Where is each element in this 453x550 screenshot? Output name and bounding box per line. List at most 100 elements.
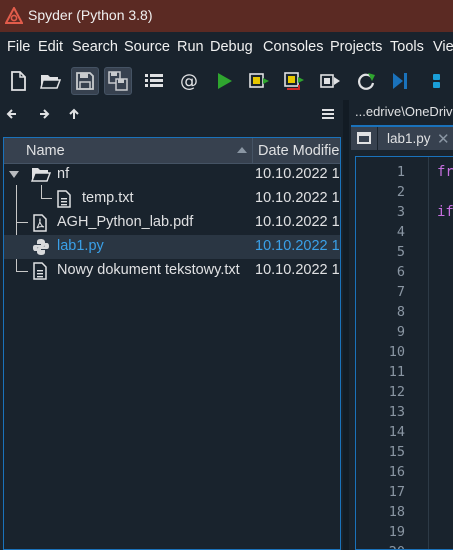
code-editor[interactable]: 1234567891011121314151617181920 fr if [355, 156, 453, 550]
line-number: 18 [388, 504, 405, 520]
line-number: 3 [396, 204, 405, 220]
column-date-modified[interactable]: Date Modifie [258, 143, 339, 159]
tab-divider [377, 127, 378, 150]
rerun-icon [358, 73, 375, 90]
save-all-icon [108, 71, 128, 91]
menu-consoles[interactable]: Consoles [263, 39, 323, 55]
menu-search[interactable]: Search [72, 39, 118, 55]
column-divider [252, 138, 253, 163]
run-cell-button[interactable] [245, 67, 273, 95]
file-row-nf[interactable]: nf 10.10.2022 14 [4, 163, 340, 187]
close-tab-icon[interactable]: ✕ [437, 130, 450, 148]
editor-file-path: ...edrive\OneDrive [349, 100, 453, 124]
forward-arrow-icon[interactable] [35, 106, 51, 122]
line-number: 6 [396, 264, 405, 280]
folder-open-icon [31, 168, 51, 182]
pane-splitter[interactable] [343, 100, 349, 550]
line-number: 13 [388, 404, 405, 420]
pdf-file-icon [33, 214, 47, 232]
title-bar: Spyder (Python 3.8) [0, 0, 453, 32]
expand-arrow-icon[interactable] [9, 171, 19, 179]
outline-button[interactable] [140, 67, 168, 95]
spyder-logo-icon [5, 7, 23, 24]
line-number: 2 [396, 184, 405, 200]
debug-icon [393, 73, 407, 89]
file-name: lab1.py [57, 238, 104, 254]
line-number: 7 [396, 284, 405, 300]
menu-debug[interactable]: Debug [210, 39, 253, 55]
line-number: 11 [388, 364, 405, 380]
menu-run[interactable]: Run [177, 39, 204, 55]
up-arrow-icon[interactable] [66, 106, 82, 122]
file-date: 10.10.2022 14 [255, 166, 341, 182]
editor-path-label: ...edrive\OneDrive [355, 104, 453, 119]
file-row-temp-txt[interactable]: temp.txt 10.10.2022 14 [4, 187, 340, 211]
outline-icon [145, 74, 163, 87]
run-cell-icon [249, 73, 269, 88]
file-name: nf [57, 166, 70, 182]
run-cell-advance-button[interactable] [280, 67, 308, 95]
file-name: AGH_Python_lab.pdf [57, 214, 194, 230]
run-icon [218, 73, 232, 89]
line-number: 19 [388, 524, 405, 540]
menu-bar: File Edit Search Source Run Debug Consol… [0, 32, 453, 62]
open-file-button[interactable] [36, 67, 64, 95]
file-date: 10.10.2022 13 [255, 262, 341, 278]
menu-view[interactable]: Vie [433, 39, 453, 55]
line-number: 16 [388, 464, 405, 480]
file-explorer-nav [0, 100, 345, 130]
file-date: 10.10.2022 14 [255, 190, 341, 206]
window-title: Spyder (Python 3.8) [28, 7, 153, 23]
file-row-lab1-py[interactable]: lab1.py 10.10.2022 14 [4, 235, 340, 259]
line-number: 12 [388, 384, 405, 400]
window-icon[interactable] [357, 132, 371, 144]
file-date: 10.10.2022 13 [255, 214, 341, 230]
sort-ascending-icon [237, 147, 247, 153]
menu-edit[interactable]: Edit [38, 39, 63, 55]
file-name: temp.txt [82, 190, 134, 206]
tab-lab1-py[interactable]: lab1.py ✕ [351, 125, 453, 150]
column-name[interactable]: Name [26, 143, 65, 159]
menu-tools[interactable]: Tools [390, 39, 424, 55]
line-number: 20 [365, 544, 405, 549]
new-file-icon [11, 71, 26, 91]
run-button[interactable] [210, 67, 238, 95]
line-number: 5 [396, 244, 405, 260]
run-selection-icon [320, 74, 340, 88]
debug-button[interactable] [386, 67, 414, 95]
line-number: 8 [396, 304, 405, 320]
file-date: 10.10.2022 14 [255, 238, 341, 254]
menu-projects[interactable]: Projects [330, 39, 382, 55]
open-folder-icon [40, 75, 61, 89]
python-file-icon [33, 239, 49, 255]
run-selection-button[interactable] [316, 67, 344, 95]
gutter-divider [428, 157, 429, 549]
file-row-agh-python-lab-pdf[interactable]: AGH_Python_lab.pdf 10.10.2022 13 [4, 211, 340, 235]
file-explorer: Name Date Modifie nf 10.10.2022 14 temp.… [3, 137, 341, 550]
text-file-icon [33, 262, 47, 280]
back-arrow-icon[interactable] [5, 106, 21, 122]
file-row-nowy-dokument-tekstowy-txt[interactable]: Nowy dokument tekstowy.txt 10.10.2022 13 [4, 259, 340, 283]
line-number: 1 [396, 164, 405, 180]
options-menu-icon[interactable] [320, 106, 336, 122]
rerun-button[interactable] [352, 67, 380, 95]
run-cell-advance-icon [284, 72, 304, 90]
at-button[interactable]: @ [175, 67, 203, 95]
new-file-button[interactable] [4, 67, 32, 95]
tab-label: lab1.py [387, 131, 431, 146]
text-file-icon [57, 190, 71, 208]
editor-tab-bar: lab1.py ✕ [349, 124, 453, 150]
menu-source[interactable]: Source [124, 39, 170, 55]
line-number: 4 [396, 224, 405, 240]
save-all-button[interactable] [104, 67, 132, 95]
menu-file[interactable]: File [7, 39, 30, 55]
line-number: 17 [388, 484, 405, 500]
toolbar: @ [0, 62, 453, 101]
svg-text:@: @ [180, 71, 198, 92]
profile-icon [433, 74, 440, 88]
line-number: 10 [388, 344, 405, 360]
profile-button[interactable] [422, 67, 450, 95]
save-icon [76, 72, 94, 90]
at-icon: @ [180, 71, 198, 92]
save-button[interactable] [71, 67, 99, 95]
